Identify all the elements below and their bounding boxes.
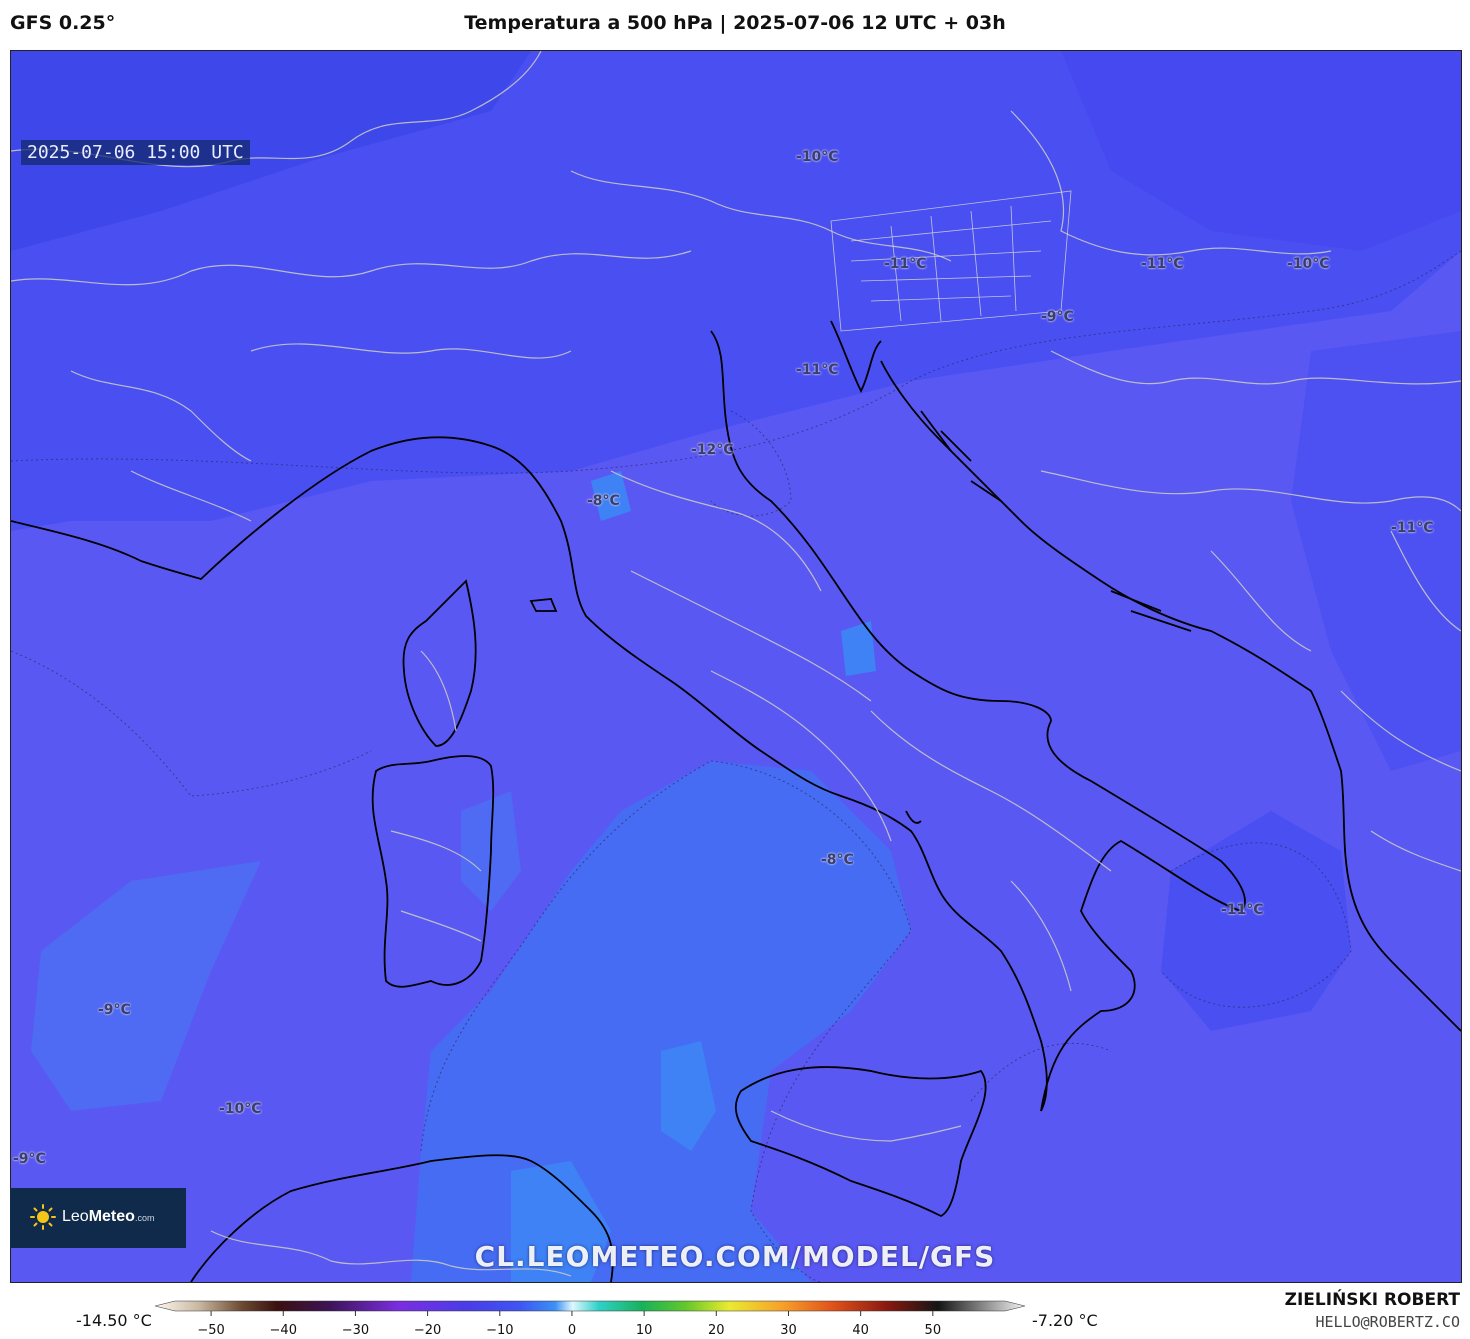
colorbar-tick-label: 10 (636, 1323, 653, 1338)
temperature-label: -9°C (1041, 309, 1074, 325)
colorbar-tick-label: 40 (852, 1323, 869, 1338)
temperature-label: -11°C (796, 362, 839, 378)
colorbar-legend: −50 −40 −30 −20 −10 0 10 20 30 40 50 (155, 1300, 1025, 1338)
temperature-label: -8°C (587, 493, 620, 509)
temperature-label: -8°C (821, 852, 854, 868)
warm-spot-abruzzo (841, 621, 876, 676)
temperature-label: -10°C (796, 149, 839, 165)
colorbar-gradient (155, 1300, 1025, 1312)
colorbar-tick-label: 0 (568, 1323, 576, 1338)
colorbar-tick-label: −20 (414, 1323, 441, 1338)
author-contact[interactable]: HELLO@ROBERTZ.CO (1180, 1313, 1461, 1331)
colorbar-tick-label: 50 (925, 1323, 942, 1338)
temperature-map (11, 51, 1461, 1282)
temperature-label: -12°C (691, 442, 734, 458)
temperature-label: -10°C (219, 1101, 262, 1117)
colorbar-tick-label: 20 (708, 1323, 725, 1338)
colorbar-tick-label: −30 (342, 1323, 369, 1338)
colorbar-tick-label: 30 (780, 1323, 797, 1338)
author-name: ZIELIŃSKI ROBERT (1284, 1290, 1460, 1310)
temperature-label: -11°C (1221, 902, 1264, 918)
watermark-url: CL.LEOMETEO.COM/MODEL/GFS (474, 1240, 996, 1273)
leometeo-logo[interactable]: LeoMeteo.com (10, 1188, 186, 1248)
temperature-label: -9°C (98, 1002, 131, 1018)
valid-time-badge: 2025-07-06 15:00 UTC (21, 140, 250, 165)
colorbar-tick-label: −40 (270, 1323, 297, 1338)
colorbar-tick-label: −10 (486, 1323, 513, 1338)
map-panel[interactable]: 2025-07-06 15:00 UTC -10°C -11°C -11°C -… (10, 50, 1462, 1283)
max-temperature-label: -7.20 °C (1032, 1311, 1098, 1330)
colorbar-ticks: −50 −40 −30 −20 −10 0 10 20 30 40 50 (197, 1311, 941, 1338)
temperature-label: -10°C (1287, 256, 1330, 272)
chart-title: Temperatura a 500 hPa | 2025-07-06 12 UT… (464, 12, 1006, 34)
min-temperature-label: -14.50 °C (76, 1311, 152, 1330)
temperature-label: -11°C (1391, 520, 1434, 536)
temperature-label: -11°C (1141, 256, 1184, 272)
logo-text: LeoMeteo.com (62, 1208, 155, 1225)
sun-icon (30, 1204, 56, 1230)
colorbar-tick-label: −50 (197, 1323, 224, 1338)
temperature-label: -11°C (884, 256, 927, 272)
temperature-label: -9°C (13, 1151, 46, 1167)
